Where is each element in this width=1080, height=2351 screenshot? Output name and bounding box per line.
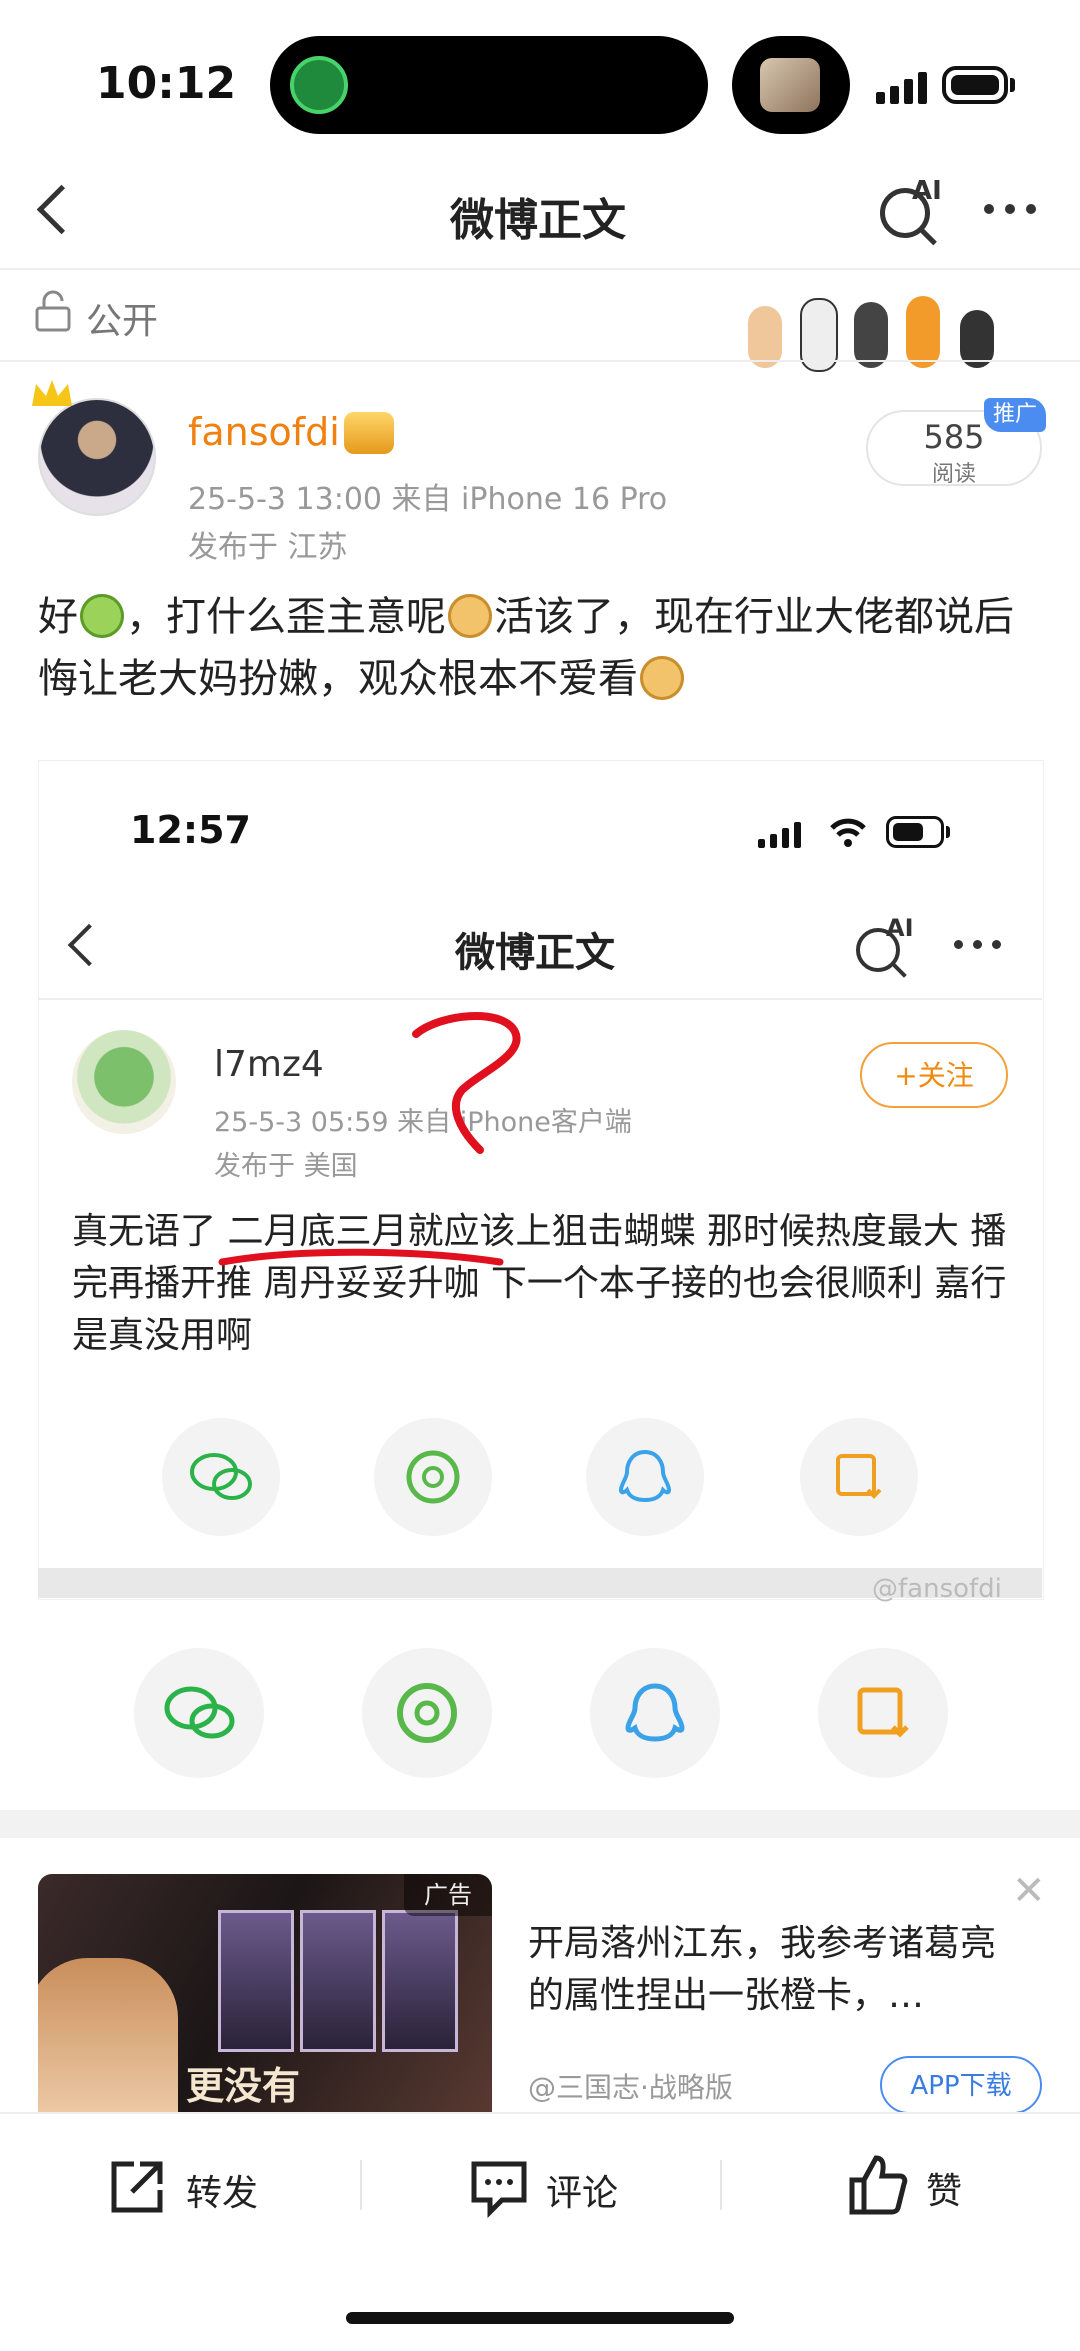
home-indicator[interactable]: [346, 2312, 734, 2324]
sick-emoji-icon: [80, 594, 124, 638]
views-label: 阅读: [931, 462, 976, 487]
toolbar-separator: [360, 2160, 362, 2210]
ad-tag: 广告: [404, 1874, 492, 1916]
like-label: 赞: [926, 2171, 963, 2212]
post-time-device: 25-5-3 13:00 来自 iPhone 16 Pro: [188, 482, 668, 517]
promote-badge[interactable]: 推广: [984, 398, 1046, 432]
comment-label: 评论: [546, 2173, 619, 2214]
comment-button[interactable]: 评论: [468, 2152, 688, 2222]
ad-title[interactable]: 开局落州江东，我参考诸葛亮的属性捏出一张橙卡，…: [528, 1918, 1028, 2022]
battery-cap-icon: [1010, 78, 1015, 92]
page-title: 微博正文: [450, 195, 626, 246]
now-playing-pill: [732, 36, 850, 134]
divider: [0, 360, 1080, 362]
qq-share-icon[interactable]: [590, 1648, 720, 1778]
comment-icon: [471, 2161, 527, 2218]
ad-character: [38, 1958, 178, 2128]
vip-badge-icon: [344, 412, 394, 454]
cat-paws-decoration: [744, 268, 1004, 372]
back-icon[interactable]: [36, 184, 87, 235]
embedded-status-time: 12:57: [130, 808, 251, 852]
embedded-post-location: 发布于 美国: [214, 1151, 358, 1182]
like-button[interactable]: 赞: [846, 2150, 1046, 2220]
app-download-button[interactable]: APP下载: [880, 2056, 1042, 2114]
embedded-moments-icon: [374, 1418, 492, 1536]
toolbar-separator: [720, 2160, 722, 2210]
status-time: 10:12: [96, 58, 237, 109]
embedded-post-body: 真无语了 二月底三月就应该上狙击蝴蝶 那时候热度最大 播完再播开推 周丹妥妥升咖…: [72, 1211, 1007, 1356]
ai-search-icon[interactable]: AI: [874, 176, 944, 246]
visibility-label: 公开: [86, 301, 159, 342]
section-gap: [0, 1810, 1080, 1838]
lock-open-icon: [35, 290, 71, 332]
embedded-page-title: 微博正文: [455, 930, 615, 976]
embedded-author-avatar: [72, 1030, 176, 1134]
watermark: @fansofdi: [872, 1574, 1002, 1604]
doge-emoji-icon: [448, 594, 492, 638]
moments-share-icon[interactable]: [362, 1648, 492, 1778]
repost-label: 转发: [186, 2173, 259, 2214]
dynamic-island: [270, 36, 708, 134]
ad-image[interactable]: 更没有 广告: [38, 1874, 492, 2128]
embedded-battery-icon: [886, 816, 944, 848]
doge-emoji-icon: [640, 656, 684, 700]
save-image-icon[interactable]: [818, 1648, 948, 1778]
embedded-author-name: l7mz4: [214, 1044, 324, 1085]
author-avatar[interactable]: [38, 398, 156, 516]
embedded-battery-cap-icon: [946, 826, 950, 838]
signal-icon: [876, 70, 927, 104]
post-location: 发布于 江苏: [188, 530, 348, 565]
embedded-divider: [38, 998, 1042, 1000]
close-icon[interactable]: ✕: [1012, 1868, 1046, 1914]
embedded-save-image-icon: [800, 1418, 918, 1536]
author-name[interactable]: fansofdi: [188, 410, 340, 454]
more-icon[interactable]: [984, 204, 1036, 214]
crown-icon: [32, 380, 72, 406]
embedded-signal-icon: [758, 820, 801, 848]
embedded-wifi-icon: [830, 818, 866, 847]
battery-icon: [942, 66, 1008, 104]
embedded-wechat-icon: [162, 1418, 280, 1536]
ad-image-caption: 更没有: [186, 2063, 301, 2108]
ad-source: @三国志·战略版: [528, 2071, 733, 2104]
wechat-share-icon[interactable]: [134, 1648, 264, 1778]
media-thumbnail: [760, 58, 820, 112]
repost-icon: [111, 2161, 163, 2213]
repost-button[interactable]: 转发: [106, 2152, 326, 2222]
embedded-follow-button: +关注: [860, 1042, 1008, 1108]
thumbs-up-icon: [849, 2155, 908, 2215]
embedded-post-time-device: 25-5-3 05:59 来自 iPhone客户端: [214, 1107, 632, 1138]
embedded-more-icon: [954, 940, 1001, 949]
embedded-ai-search-icon: AI: [852, 914, 918, 980]
embedded-qq-icon: [586, 1418, 704, 1536]
activity-icon: [290, 56, 348, 114]
post-body: 好，打什么歪主意呢 活该了，现在行业大佬都说后悔让老大妈扮嫩，观众根本不爱看: [38, 594, 1014, 702]
